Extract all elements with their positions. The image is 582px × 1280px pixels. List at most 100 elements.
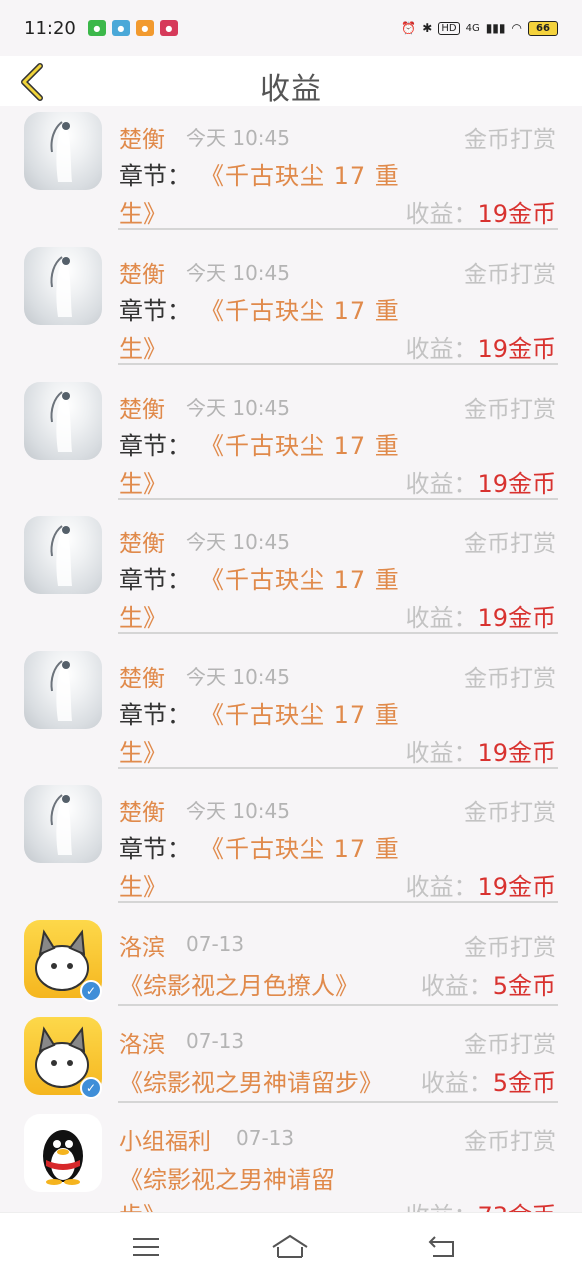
earning: 收益：19金币 xyxy=(405,329,556,364)
qq-penguin-icon xyxy=(43,1130,83,1185)
verified-badge-icon: ✓ xyxy=(80,1077,102,1099)
menu-button[interactable] xyxy=(126,1231,166,1263)
earning-label: 收益： xyxy=(420,1069,493,1097)
title-bar: 收益 xyxy=(0,56,582,107)
user-name[interactable]: 洛滨 xyxy=(119,928,165,962)
chapter-label: 章节： xyxy=(119,835,191,863)
chapter-title[interactable]: 《千古玦尘 17 重 xyxy=(200,829,400,864)
earning-value: 19金币 xyxy=(477,335,556,363)
avatar xyxy=(24,516,102,594)
chapter-title-cont[interactable]: 生》 xyxy=(119,464,167,499)
chapter-label: 章节： xyxy=(119,701,191,729)
list-item[interactable]: 楚衡 今天 10:45 金币打赏 章节： 《千古玦尘 17 重 生》 收益：19… xyxy=(0,106,582,240)
app-notification-icon: ● xyxy=(135,20,154,36)
date: 今天 10:45 xyxy=(186,530,290,554)
app-notification-icon: ● xyxy=(111,20,130,36)
chapter-title-cont[interactable]: 生》 xyxy=(119,329,167,364)
earning: 收益：19金币 xyxy=(405,464,556,499)
user-name[interactable]: 楚衡 xyxy=(119,659,165,693)
app-notification-icon: ● xyxy=(159,20,178,36)
list-item[interactable]: 楚衡 今天 10:45 金币打赏 章节： 《千古玦尘 17 重 生》 收益：19… xyxy=(0,510,582,644)
date: 07-13 xyxy=(186,1029,245,1053)
divider xyxy=(118,1101,558,1103)
home-icon xyxy=(272,1234,308,1258)
reward-type: 金币打赏 xyxy=(464,127,556,153)
avatar xyxy=(24,112,102,190)
chapter-label: 章节： xyxy=(119,297,191,325)
user-name[interactable]: 楚衡 xyxy=(119,255,165,289)
chapter-title[interactable]: 《千古玦尘 17 重 xyxy=(200,560,400,595)
divider xyxy=(118,228,558,230)
user-name[interactable]: 洛滨 xyxy=(119,1025,165,1059)
signal-icon: ▮▮▮ xyxy=(485,21,506,35)
status-time: 11:20 xyxy=(24,17,76,39)
earning-label: 收益： xyxy=(405,873,478,901)
date: 今天 10:45 xyxy=(186,665,290,689)
list-item[interactable]: 楚衡 今天 10:45 金币打赏 章节： 《千古玦尘 17 重 生》 收益：19… xyxy=(0,241,582,375)
alarm-icon: ⏰ xyxy=(401,21,417,35)
divider xyxy=(118,632,558,634)
app-notification-icon: ● xyxy=(87,20,106,36)
divider xyxy=(118,1004,558,1006)
network-label: 4G xyxy=(465,22,480,34)
earning-label: 收益： xyxy=(405,470,478,498)
chapter-label: 章节： xyxy=(119,566,191,594)
earning: 收益：19金币 xyxy=(405,598,556,633)
chapter-title[interactable]: 《千古玦尘 17 重 xyxy=(200,695,400,730)
date: 今天 10:45 xyxy=(186,126,290,150)
list-item[interactable]: 楚衡 今天 10:45 金币打赏 章节： 《千古玦尘 17 重 生》 收益：19… xyxy=(0,779,582,913)
list-item[interactable]: ✓ 洛滨 07-13 金币打赏 《综影视之月色撩人》 收益：5金币 xyxy=(0,914,582,1010)
bluetooth-icon: ✱ xyxy=(422,21,433,35)
earning-label: 收益： xyxy=(405,1202,477,1212)
book-title[interactable]: 《综影视之男神请留 xyxy=(119,1160,335,1195)
home-button[interactable] xyxy=(270,1231,310,1263)
book-title[interactable]: 《综影视之男神请留步》 xyxy=(119,1063,383,1098)
chapter-title[interactable]: 《千古玦尘 17 重 xyxy=(200,156,400,191)
reward-type: 金币打赏 xyxy=(464,800,556,826)
book-title-cont[interactable]: 步》 xyxy=(119,1196,167,1212)
user-name[interactable]: 楚衡 xyxy=(119,524,165,558)
earning: 收益：73金币 xyxy=(405,1196,556,1212)
earnings-list: 楚衡 今天 10:45 金币打赏 章节： 《千古玦尘 17 重 生》 收益：19… xyxy=(0,106,582,1212)
chapter-title[interactable]: 《千古玦尘 17 重 xyxy=(200,291,400,326)
system-nav-bar xyxy=(0,1212,582,1280)
chapter-title-cont[interactable]: 生》 xyxy=(119,867,167,902)
chapter-label: 章节： xyxy=(119,162,191,190)
user-name[interactable]: 楚衡 xyxy=(119,390,165,424)
earning-value: 5金币 xyxy=(492,972,556,1000)
date: 今天 10:45 xyxy=(186,799,290,823)
earning: 收益：5金币 xyxy=(421,966,556,1001)
earning-value: 19金币 xyxy=(477,200,556,228)
date: 07-13 xyxy=(186,932,245,956)
avatar xyxy=(24,247,102,325)
chapter-title[interactable]: 《千古玦尘 17 重 xyxy=(200,426,400,461)
status-bar: 11:20 ● ● ● ● ⏰ ✱ HD 4G ▮▮▮ ◠ 66 xyxy=(0,0,582,56)
reward-type: 金币打赏 xyxy=(464,397,556,423)
list-item[interactable]: 楚衡 今天 10:45 金币打赏 章节： 《千古玦尘 17 重 生》 收益：19… xyxy=(0,376,582,510)
earning-value: 73金币 xyxy=(477,1202,556,1212)
page-title: 收益 xyxy=(260,72,322,107)
chapter-title-cont[interactable]: 生》 xyxy=(119,598,167,633)
list-item[interactable]: ✓ 洛滨 07-13 金币打赏 《综影视之男神请留步》 收益：5金币 xyxy=(0,1011,582,1107)
earning: 收益：5金币 xyxy=(421,1063,556,1098)
user-name[interactable]: 楚衡 xyxy=(119,120,165,154)
divider xyxy=(118,363,558,365)
date: 今天 10:45 xyxy=(186,261,290,285)
chapter-label: 章节： xyxy=(119,432,191,460)
list-item[interactable]: 楚衡 今天 10:45 金币打赏 章节： 《千古玦尘 17 重 生》 收益：19… xyxy=(0,645,582,779)
list-item[interactable]: 小组福利 07-13 金币打赏 《综影视之男神请留 步》 收益：73金币 xyxy=(0,1108,582,1212)
system-back-button[interactable] xyxy=(422,1231,462,1263)
wifi-icon: ◠ xyxy=(511,21,522,35)
verified-badge-icon: ✓ xyxy=(80,980,102,1002)
chapter-title-cont[interactable]: 生》 xyxy=(119,733,167,768)
chapter-title-cont[interactable]: 生》 xyxy=(119,194,167,229)
user-name[interactable]: 楚衡 xyxy=(119,793,165,827)
menu-icon xyxy=(133,1238,159,1256)
avatar xyxy=(24,785,102,863)
date: 今天 10:45 xyxy=(186,396,290,420)
avatar xyxy=(24,1114,102,1192)
avatar xyxy=(24,382,102,460)
reward-type: 金币打赏 xyxy=(464,666,556,692)
user-name[interactable]: 小组福利 xyxy=(119,1122,211,1156)
book-title[interactable]: 《综影视之月色撩人》 xyxy=(119,966,359,1001)
